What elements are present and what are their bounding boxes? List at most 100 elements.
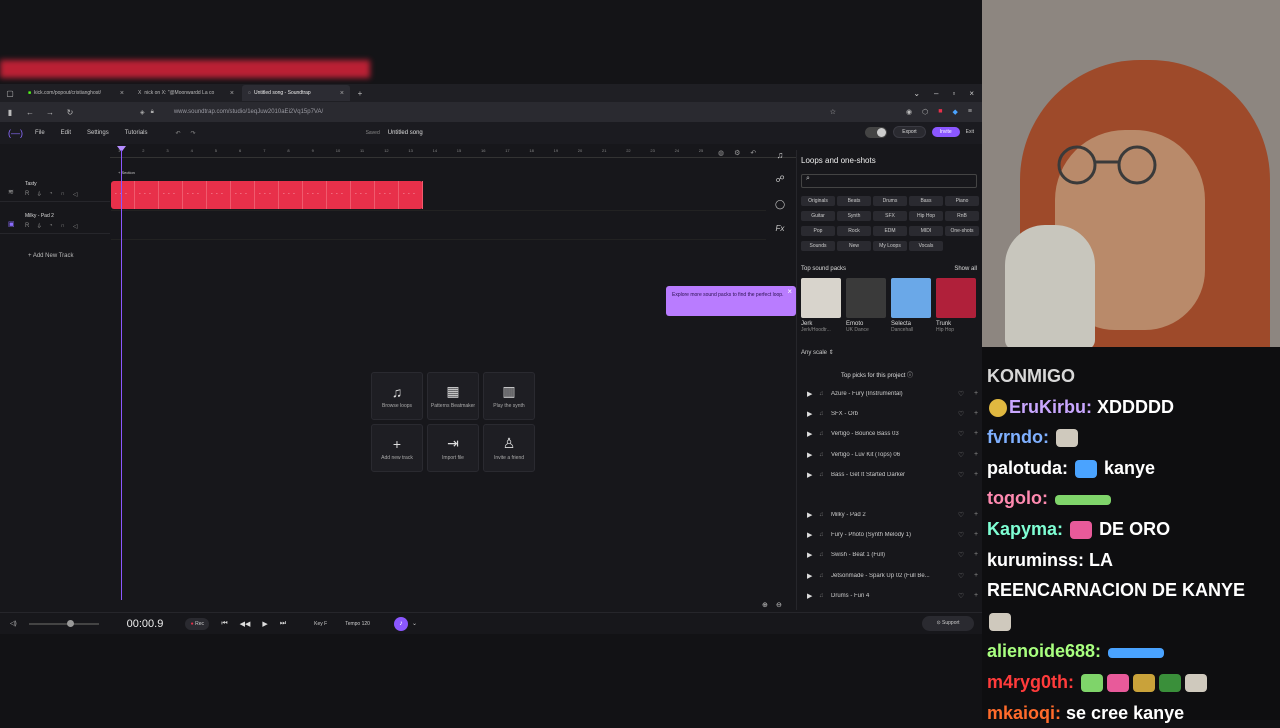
add-loop-icon[interactable]: + [974,430,978,438]
loop-item[interactable]: ▶ ♫ Azure - Fury (Instrumental) ♡ + [797,384,983,404]
loop-item[interactable]: ▶ ♫ Jetsonmade - Spark Up 02 (Full Be... ♡ + [797,566,983,586]
filter-chip[interactable]: Guitar [801,211,835,221]
rewind-icon[interactable]: ⏮ [221,620,227,628]
extension-blue-icon[interactable]: ◆ [953,108,958,116]
collaborators-icon[interactable]: ☍ [775,174,784,185]
filter-chip[interactable]: Originals [801,196,835,206]
add-loop-icon[interactable]: + [974,390,978,398]
play-icon[interactable]: ▶ [807,410,819,418]
loops-search-input[interactable]: ⌕ [801,174,977,188]
chat-username[interactable]: alienoide688: [987,641,1101,661]
effects-icon[interactable]: ⍙ [37,191,41,198]
filter-chip[interactable]: Bass [909,196,943,206]
favorite-heart-icon[interactable]: ♡ [958,430,964,438]
sound-pack[interactable]: Trunk Hip Hop [936,278,976,333]
filter-chip[interactable]: EDM [873,226,907,236]
add-loop-icon[interactable]: + [974,471,978,479]
extensions-icon[interactable]: ⬡ [922,108,928,116]
chat-username[interactable]: KONMIGO [987,366,1075,386]
support-button[interactable]: ⊙ Support [922,616,974,631]
mute-icon[interactable]: ◁ [73,223,78,230]
close-window-icon[interactable]: × [969,89,974,98]
timeline-ruler[interactable]: 1 2 3 4 5 6 7 8 9 10 11 12 13 14 15 16 17 18 19 20 21 22 23 24 2… [110,146,800,158]
shield-icon[interactable]: ◈ [140,109,145,116]
redo-icon[interactable]: ↷ [191,130,196,137]
chevron-down-icon[interactable]: ⌄ [412,620,417,627]
headphones-icon[interactable]: ∩ [61,191,65,198]
record-arm-icon[interactable]: R [25,191,29,198]
favorite-heart-icon[interactable]: ♡ [958,471,964,479]
play-icon[interactable]: ▶ [262,620,267,628]
sound-pack[interactable]: Emoto UK Dance [846,278,886,333]
playhead[interactable] [121,150,122,600]
loops-icon[interactable]: ♫ [777,150,784,160]
add-loop-icon[interactable]: + [974,511,978,519]
filter-chip[interactable]: Hip Hop [909,211,943,221]
loop-item[interactable]: ▶ ♫ Milky - Pad 2 ♡ + [797,505,983,525]
tab-dropdown-icon[interactable]: ⌄ [913,89,920,98]
filter-chip[interactable]: New [837,241,871,251]
extension-red-icon[interactable]: ■ [938,108,942,116]
favorite-heart-icon[interactable]: ♡ [958,451,964,459]
browse-loops-tile[interactable]: ♫ Browse loops [371,372,423,420]
record-button[interactable]: Rec [185,617,210,630]
maximize-icon[interactable]: ▫ [952,89,955,98]
sound-pack[interactable]: Jerk Jerk/Hoodtr... [801,278,841,333]
favorite-heart-icon[interactable]: ♡ [958,551,964,559]
loop-item[interactable]: ▶ ♫ Fury - Photo (Synth Melody 1) ♡ + [797,525,983,545]
zoom-in-icon[interactable]: ⊕ [762,601,768,609]
tab-list-icon[interactable]: ▢ [0,89,20,98]
minimize-icon[interactable]: – [934,89,938,98]
account-icon[interactable]: ◉ [906,108,912,116]
add-loop-icon[interactable]: + [974,451,978,459]
play-icon[interactable]: ▶ [807,430,819,438]
sound-pack[interactable]: Selecta Dancehall [891,278,931,333]
menu-tutorials[interactable]: Tutorials [125,130,148,136]
comments-icon[interactable]: ◯ [775,199,785,210]
tempo-display[interactable]: Tempo 120 [345,621,370,627]
filter-chip[interactable]: Rock [837,226,871,236]
play-icon[interactable]: ▶ [807,592,819,600]
favorite-heart-icon[interactable]: ♡ [958,511,964,519]
filter-chip[interactable]: Synth [837,211,871,221]
loop-item[interactable]: ▶ ♫ Bass - Get It Started Darker ♡ + [797,465,983,485]
filter-chip[interactable]: Pop [801,226,835,236]
chat-username[interactable]: EruKirbu: [1009,397,1092,417]
chat-username[interactable]: fvrndo: [987,427,1049,447]
audio-region[interactable] [111,181,423,209]
track-lane[interactable] [111,212,766,240]
undo-icon[interactable]: ↶ [176,130,181,137]
forward-icon[interactable]: ⏭ [280,620,286,628]
new-tab-icon[interactable]: + [350,89,370,98]
metronome-icon[interactable]: ◍ [718,149,724,157]
reload-icon[interactable]: ↻ [60,108,80,117]
mute-icon[interactable]: ◁ [73,191,78,198]
add-new-track-button[interactable]: + Add New Track [28,253,74,259]
chat-username[interactable]: kuruminss: [987,550,1084,570]
browser-tab-active[interactable]: ◌ Untitled song - Soundtrap × [242,85,350,101]
chat-username[interactable]: m4ryg0th: [987,672,1074,692]
play-icon[interactable]: ▶ [807,551,819,559]
favorite-heart-icon[interactable]: ♡ [958,410,964,418]
menu-file[interactable]: File [35,130,45,136]
bookmark-star-icon[interactable]: ☆ [830,108,836,116]
back-icon[interactable]: ← [20,108,40,117]
close-tooltip-icon[interactable]: × [787,288,792,296]
effects-icon[interactable]: ⍙ [37,223,41,230]
add-loop-icon[interactable]: + [974,531,978,539]
add-loop-icon[interactable]: + [974,410,978,418]
back-step-icon[interactable]: ◀◀ [240,620,251,628]
scale-select[interactable]: Any scale ⇕ [801,349,834,356]
favorite-heart-icon[interactable]: ♡ [958,390,964,398]
undo-history-icon[interactable]: ↶ [750,149,756,157]
volume-knob-icon[interactable]: ◔ [49,223,53,230]
favorite-heart-icon[interactable]: ♡ [958,572,964,580]
loop-item[interactable]: ▶ ♫ Swish - Beat 1 (Full) ♡ + [797,545,983,565]
filter-chip[interactable]: RnB [945,211,979,221]
track-header[interactable]: ▣ Milky - Pad 2 R ⍙ ◔ ∩ ◁ [0,210,110,234]
exit-button[interactable]: Exit [966,129,974,135]
loop-item[interactable]: ▶ ♫ Vertigo - Luv Kit (Tops) 06 ♡ + [797,445,983,465]
add-loop-icon[interactable]: + [974,572,978,580]
soundtrap-logo-icon[interactable]: (—) [8,128,23,138]
menu-settings[interactable]: Settings [87,130,109,136]
